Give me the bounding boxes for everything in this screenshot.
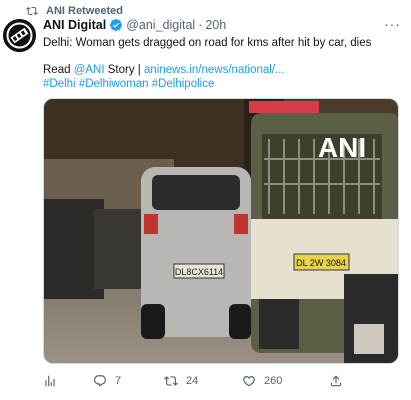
like-count: 260: [264, 375, 283, 387]
author-name[interactable]: ANI Digital: [43, 18, 106, 32]
hashtags: #Delhi #Delhiwoman #Delhipolice: [43, 77, 214, 91]
share-icon: [330, 375, 342, 387]
reply-icon: [94, 375, 106, 387]
tweet-read-line: Read @ANI Story | aninews.in/news/nation…: [43, 63, 285, 77]
hashtag-delhiwoman[interactable]: #Delhiwoman: [79, 78, 149, 90]
verified-badge-icon: [110, 19, 123, 31]
author-handle[interactable]: @ani_digital: [126, 18, 195, 32]
tweet-text: Delhi: Woman gets dragged on road for km…: [43, 37, 372, 49]
retweet-indicator: ANI Retweeted: [26, 4, 123, 18]
tweet-actions: 7 24 260: [43, 372, 399, 392]
share-button[interactable]: [329, 374, 343, 388]
reply-count: 7: [115, 375, 122, 387]
analytics-icon: [45, 375, 55, 387]
article-link[interactable]: aninews.in/news/national/...: [144, 64, 285, 76]
tweet-media-image[interactable]: DL8CX6114 DL 2W 3084 ANI: [43, 98, 399, 364]
analytics-button[interactable]: [43, 374, 65, 388]
retweet-action-icon: [164, 376, 178, 386]
hashtag-delhi[interactable]: #Delhi: [43, 78, 76, 90]
author-avatar[interactable]: [3, 19, 36, 52]
more-icon[interactable]: ···: [384, 16, 401, 32]
heart-icon: [243, 376, 255, 387]
like-button[interactable]: 260: [242, 374, 282, 388]
reply-button[interactable]: 7: [93, 374, 121, 388]
read-story: Story |: [104, 64, 144, 76]
tweet-time[interactable]: 20h: [205, 18, 226, 32]
media-watermark: ANI: [318, 132, 366, 163]
auto-plate: DL 2W 3084: [296, 258, 346, 268]
read-prefix: Read: [43, 64, 74, 76]
retweet-button[interactable]: 24: [164, 374, 198, 388]
retweet-icon: [26, 6, 38, 16]
header-separator: ·: [198, 18, 203, 32]
hashtag-delhipolice[interactable]: #Delhipolice: [152, 78, 215, 90]
tweet-header: ANI Digital @ani_digital · 20h: [43, 18, 226, 32]
retweet-label[interactable]: ANI Retweeted: [46, 5, 123, 17]
mention-link[interactable]: @ANI: [74, 64, 105, 76]
retweet-count: 24: [186, 375, 199, 387]
car-plate: DL8CX6114: [175, 267, 223, 277]
